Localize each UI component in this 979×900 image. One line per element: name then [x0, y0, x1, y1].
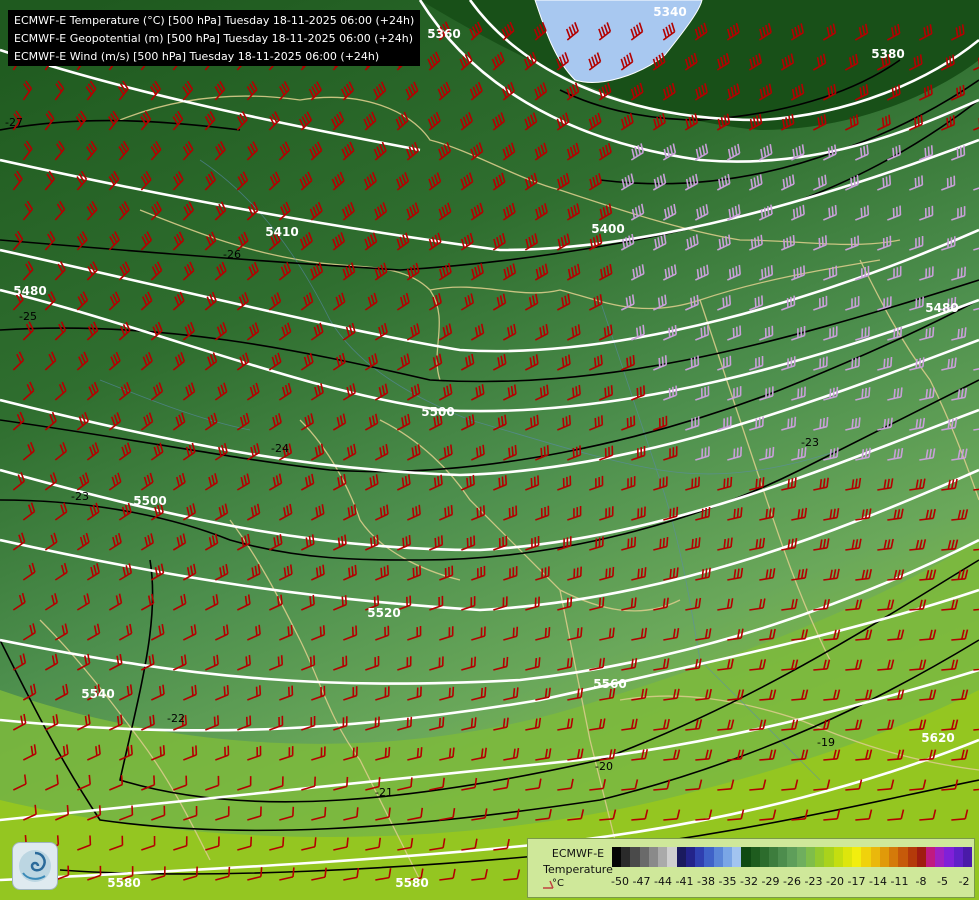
ecmwf-logo — [12, 842, 58, 890]
legend-color-swatch — [815, 847, 825, 867]
legend-color-swatch — [722, 847, 733, 867]
legend-tick-label: -23 — [804, 875, 823, 888]
legend-color-swatch — [630, 847, 640, 867]
legend-color-swatch — [953, 847, 963, 867]
legend-color-swatch — [870, 847, 880, 867]
temperature-label: -26 — [223, 248, 241, 261]
map-title-box: ECMWF-E Temperature (°C) [500 hPa] Tuesd… — [8, 10, 420, 66]
legend-color-swatch — [796, 847, 806, 867]
geopotential-label: 5580 — [395, 876, 428, 890]
weather-map[interactable]: 5340 5360 5380 5400 5410 5480 5480 5500 5500 5520… — [0, 0, 979, 900]
legend-model: ECMWF-E — [551, 847, 605, 860]
geopotential-label: 5540 — [81, 687, 114, 701]
temperature-label: -27 — [5, 116, 23, 129]
geopotential-label: 5480 — [925, 301, 958, 315]
legend-color-swatch — [842, 847, 853, 867]
legend-color-swatch — [787, 847, 797, 867]
legend-tick-label: -38 — [697, 875, 715, 888]
legend-color-swatch — [713, 847, 723, 867]
geopotential-label: 5410 — [265, 225, 298, 239]
legend-color-swatch — [944, 847, 954, 867]
legend-color-swatch — [741, 847, 751, 867]
legend-colorbar — [612, 847, 973, 867]
legend-color-swatch — [907, 847, 917, 867]
legend-color-swatch — [732, 847, 742, 867]
geopotential-label: 5620 — [921, 731, 954, 745]
legend-tick-label: -41 — [675, 875, 694, 888]
legend-color-swatch — [898, 847, 908, 867]
legend-color-swatch — [695, 847, 705, 867]
legend-color-swatch — [639, 847, 649, 867]
geopotential-label: 5380 — [871, 47, 904, 61]
legend-color-swatch — [768, 847, 779, 867]
legend-color-swatch — [667, 847, 677, 867]
geopotential-label: 5500 — [421, 405, 454, 419]
geopotential-label: 5340 — [653, 5, 686, 19]
legend-color-swatch — [935, 847, 945, 867]
geopotential-label: 5360 — [427, 27, 460, 41]
legend-color-swatch — [852, 847, 862, 867]
legend-color-swatch — [685, 847, 696, 867]
title-line-wind: ECMWF-E Wind (m/s) [500 hPa] Tuesday 18-… — [14, 50, 380, 63]
legend-color-swatch — [778, 847, 788, 867]
legend-color-swatch — [824, 847, 834, 867]
swirl-icon — [19, 850, 51, 882]
legend-color-swatch — [962, 847, 973, 867]
legend-variable: Temperature — [543, 863, 613, 876]
legend-tick-label: -47 — [632, 875, 651, 888]
legend-color-swatch — [704, 847, 714, 867]
legend-color-swatch — [612, 847, 622, 867]
legend-tick-label: -35 — [718, 875, 737, 888]
legend-color-swatch — [648, 847, 659, 867]
legend-color-swatch — [759, 847, 769, 867]
temperature-label: -23 — [71, 490, 89, 503]
temperature-label: -24 — [271, 442, 289, 455]
geopotential-label: 5400 — [591, 222, 624, 236]
legend-tick-label: -8 — [915, 875, 927, 888]
temperature-label: -25 — [19, 310, 37, 323]
legend-color-swatch — [861, 847, 871, 867]
legend-ticks: -50 -47 -44 -41 -38 -35 -32 -29 -26 -23 -20 -17 -14-… — [611, 875, 972, 889]
legend-tick-label: -14 — [869, 875, 887, 888]
title-line-geopotential: ECMWF-E Geopotential (m) [500 hPa] Tuesd… — [14, 32, 414, 45]
legend-tick-label: -20 — [826, 875, 844, 888]
legend-tick-label: -50 — [611, 875, 629, 888]
temperature-label: -22 — [167, 712, 185, 725]
legend-color-swatch — [676, 847, 686, 867]
temperature-label: -21 — [375, 786, 393, 799]
legend-color-swatch — [658, 847, 668, 867]
legend-tick-label: -17 — [847, 875, 866, 888]
legend-tick-label: -11 — [890, 875, 909, 888]
legend-color-swatch — [916, 847, 926, 867]
temperature-legend: ECMWF-E Temperature °C -50 -47 -44 -41 -38 -3… — [527, 838, 975, 898]
temperature-label: -19 — [817, 736, 835, 749]
title-line-temperature: ECMWF-E Temperature (°C) [500 hPa] Tuesd… — [14, 14, 415, 27]
legend-color-swatch — [925, 847, 936, 867]
geopotential-label: 5520 — [367, 606, 400, 620]
geopotential-label: 5560 — [593, 677, 626, 691]
legend-tick-label: -44 — [654, 875, 672, 888]
geopotential-label: 5500 — [133, 494, 166, 508]
legend-color-swatch — [879, 847, 890, 867]
legend-unit: °C — [552, 878, 564, 889]
legend-color-swatch — [750, 847, 760, 867]
legend-color-swatch — [833, 847, 843, 867]
legend-color-swatch — [805, 847, 816, 867]
geopotential-label: 5580 — [107, 876, 140, 890]
temperature-label: -20 — [595, 760, 613, 773]
legend-color-swatch — [889, 847, 899, 867]
legend-tick-label: -5 — [937, 875, 948, 888]
legend-tick-label: -32 — [740, 875, 758, 888]
legend-tick-label: -26 — [783, 875, 801, 888]
legend-tick-label: -29 — [761, 875, 780, 888]
geopotential-label: 5480 — [13, 284, 46, 298]
legend-color-swatch — [621, 847, 631, 867]
legend-tick-label: -2 — [958, 875, 970, 888]
temperature-label: -23 — [801, 436, 819, 449]
